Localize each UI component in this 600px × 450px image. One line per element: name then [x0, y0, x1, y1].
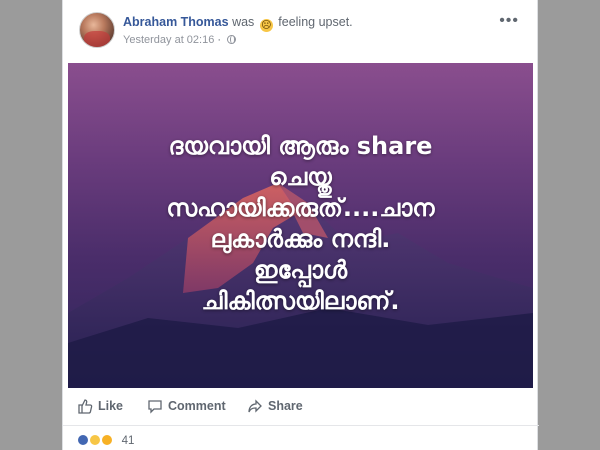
reactions-summary[interactable]: 41	[77, 434, 134, 450]
activity-prefix: was	[232, 15, 255, 29]
post-image[interactable]: ദയവായി ആരും share ചെയ്തു സഹായിക്കരുത്...…	[68, 63, 533, 388]
author-name[interactable]: Abraham Thomas	[123, 15, 229, 29]
post-actions-bar: Like Comment Share	[63, 390, 539, 426]
feeling-text: feeling upset.	[278, 15, 353, 29]
more-options-icon[interactable]: •••	[499, 13, 519, 29]
share-label: Share	[268, 399, 303, 413]
share-button[interactable]: Share	[247, 398, 303, 414]
post-header: Abraham Thomas was ☹ feeling upset. Yest…	[79, 12, 523, 56]
public-globe-icon[interactable]	[227, 35, 237, 44]
image-text-line: സഹായിക്കരുത്....ചാന	[166, 194, 435, 222]
sad-reaction-icon	[89, 434, 102, 446]
image-text-line: ഇപ്പോൾ	[253, 256, 348, 284]
post-meta: Yesterday at 02:16 ·	[123, 34, 237, 46]
reaction-count: 41	[121, 435, 135, 447]
comment-button[interactable]: Comment	[147, 398, 226, 414]
haha-reaction-icon	[101, 434, 114, 446]
image-text-line: ചികിത്സയിലാണ്.	[201, 287, 400, 315]
image-text-line: ലുകാർക്കും നന്ദി.	[210, 225, 391, 253]
image-text-line: ദയവായി ആരും share	[168, 132, 433, 160]
like-reaction-icon	[77, 434, 89, 446]
sad-face-icon: ☹	[259, 19, 273, 32]
like-label: Like	[98, 399, 124, 413]
like-button[interactable]: Like	[77, 398, 123, 414]
post-title-line: Abraham Thomas was ☹ feeling upset.	[123, 15, 353, 32]
image-text-line: ചെയ്തു	[269, 163, 332, 191]
thumbs-up-icon	[78, 399, 93, 414]
post-card: Abraham Thomas was ☹ feeling upset. Yest…	[62, 0, 539, 450]
comment-label: Comment	[168, 399, 226, 413]
comment-icon	[148, 400, 162, 414]
share-arrow-icon	[248, 399, 262, 413]
author-avatar[interactable]	[79, 12, 115, 48]
post-timestamp[interactable]: Yesterday at 02:16	[123, 34, 214, 46]
post-image-text: ദയവായി ആരും share ചെയ്തു സഹായിക്കരുത്...…	[88, 131, 513, 317]
